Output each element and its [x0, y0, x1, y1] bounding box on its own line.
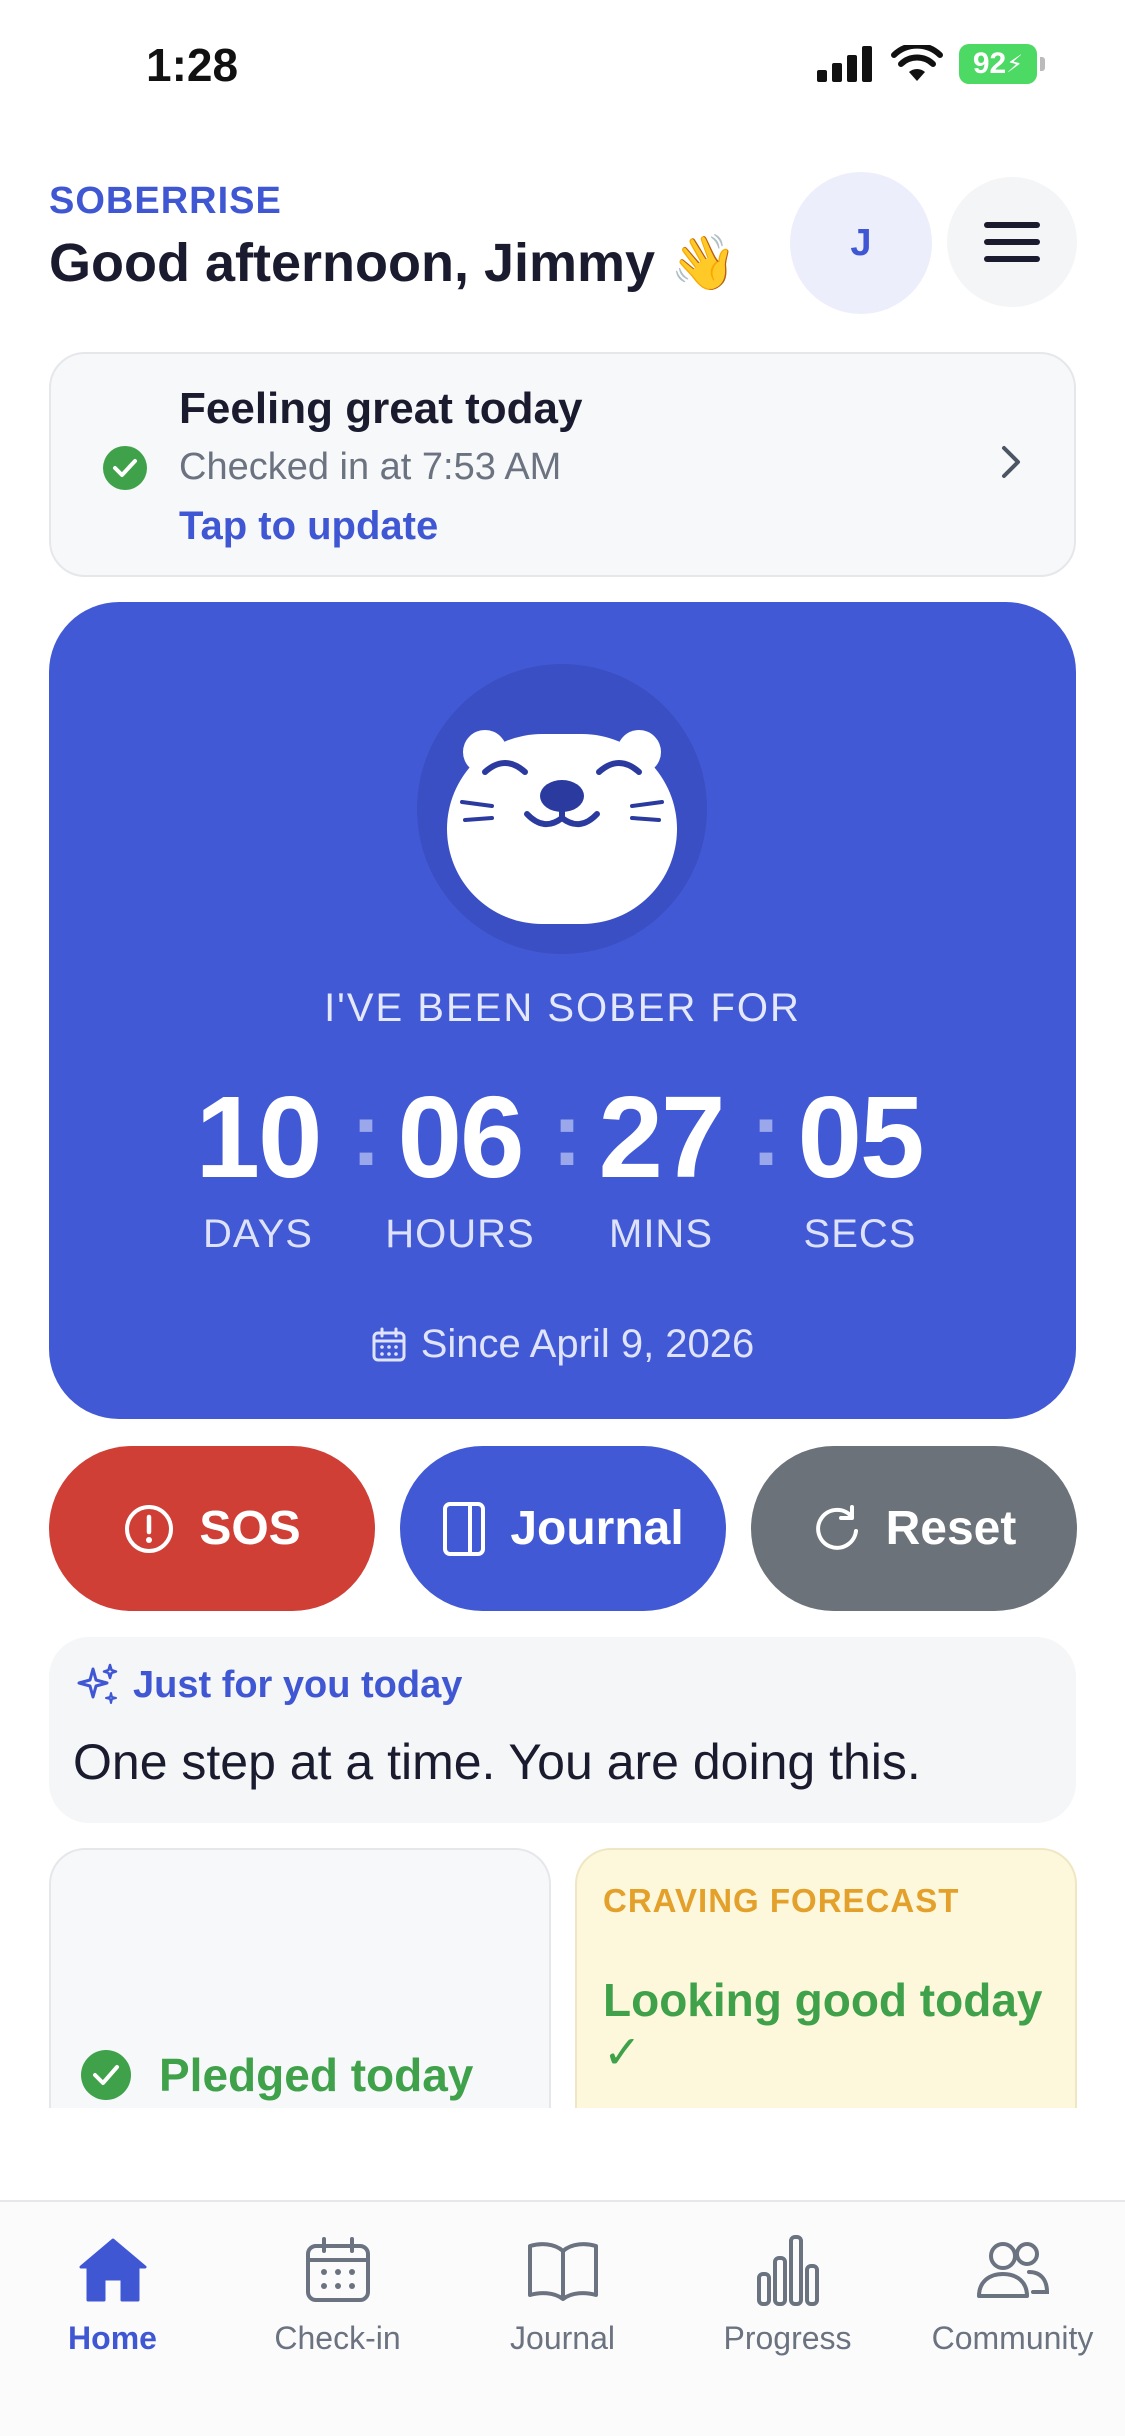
daily-message-heading: Just for you today	[133, 1663, 463, 1706]
journal-label: Journal	[510, 1502, 684, 1555]
mins-value: 27	[598, 1072, 725, 1202]
tab-label: Journal	[510, 2320, 615, 2356]
tab-community[interactable]: Community	[900, 2228, 1125, 2357]
pledge-status: Pledged today	[81, 2048, 473, 2102]
pledge-text: Pledged today	[159, 2049, 474, 2101]
tab-label: Community	[931, 2320, 1094, 2356]
days-value: 10	[195, 1072, 322, 1202]
pledge-card[interactable]: Pledged today	[49, 1848, 551, 2108]
bar-chart-icon	[756, 2235, 819, 2306]
since-date: Since April 9, 2026	[420, 1322, 755, 1366]
home-icon	[79, 2238, 146, 2302]
sos-label: SOS	[199, 1502, 301, 1555]
cellular-signal-icon	[817, 46, 872, 82]
menu-button[interactable]	[947, 177, 1077, 307]
status-time: 1:28	[146, 39, 239, 91]
hours-value: 06	[397, 1072, 524, 1202]
forecast-text: Looking good today ✓	[603, 1974, 1043, 2078]
reset-button[interactable]: Reset	[751, 1446, 1077, 1611]
checkin-update-link[interactable]: Tap to update	[179, 504, 438, 549]
checkin-time: Checked in at 7:53 AM	[179, 446, 562, 488]
tab-progress[interactable]: Progress	[675, 2228, 900, 2357]
chevron-right-icon	[1002, 446, 1020, 478]
alert-circle-icon	[125, 1504, 174, 1553]
checkin-status-card[interactable]: Feeling great today Checked in at 7:53 A…	[49, 352, 1076, 577]
hours-label: HOURS	[385, 1212, 535, 1256]
book-icon	[527, 2242, 598, 2301]
greeting: Good afternoon, Jimmy 👋	[49, 233, 738, 293]
secs-value: 05	[797, 1072, 924, 1202]
tab-journal[interactable]: Journal	[450, 2228, 675, 2357]
craving-forecast-card[interactable]: CRAVING FORECAST Looking good today ✓	[575, 1848, 1077, 2108]
charging-bolt-icon: ⚡	[1006, 50, 1024, 78]
daily-message-text: One step at a time. You are doing this.	[73, 1734, 921, 1790]
secs-label: SECS	[803, 1212, 917, 1256]
sparkles-icon	[77, 1663, 118, 1704]
wifi-icon	[891, 45, 943, 81]
refresh-icon	[815, 1504, 858, 1550]
checkin-title: Feeling great today	[179, 384, 583, 433]
tab-label: Home	[68, 2320, 157, 2356]
calendar-icon	[372, 1327, 406, 1361]
sober-for-label: I'VE BEEN SOBER FOR	[324, 986, 801, 1030]
journal-book-icon	[443, 1501, 486, 1556]
sos-button[interactable]: SOS	[49, 1446, 375, 1611]
calendar-icon	[305, 2237, 370, 2302]
sober-counter-card: I'VE BEEN SOBER FOR 10 : 06 : 27 : 05 DA…	[49, 602, 1076, 1419]
avatar[interactable]: J	[790, 172, 932, 314]
battery-indicator: 92 ⚡	[959, 44, 1045, 84]
tab-check-in[interactable]: Check-in	[225, 2228, 450, 2357]
sober-since: Since April 9, 2026	[49, 1322, 1076, 1367]
app-brand: SOBERRISE	[49, 180, 282, 222]
journal-button[interactable]: Journal	[400, 1446, 726, 1611]
otter-mascot-icon	[417, 664, 707, 954]
tab-label: Check-in	[274, 2320, 401, 2356]
forecast-label: CRAVING FORECAST	[603, 1882, 960, 1919]
people-icon	[976, 2242, 1049, 2298]
avatar-initial: J	[850, 221, 872, 264]
battery-level: 92	[972, 47, 1007, 80]
mins-label: MINS	[609, 1212, 713, 1256]
status-bar: 1:28 92 ⚡	[0, 0, 1125, 140]
daily-message-header: Just for you today	[73, 1661, 462, 1709]
hamburger-menu-icon	[984, 222, 1040, 262]
daily-message-card: Just for you today One step at a time. Y…	[49, 1637, 1076, 1823]
reset-label: Reset	[885, 1502, 1017, 1555]
days-label: DAYS	[203, 1212, 313, 1256]
status-icons: 92 ⚡	[817, 44, 1045, 84]
check-circle-icon	[81, 2050, 131, 2100]
bottom-tab-bar: Home Check-in Journal Progress Community	[0, 2200, 1125, 2436]
check-circle-icon	[103, 446, 147, 490]
tab-home[interactable]: Home	[0, 2228, 225, 2357]
tab-label: Progress	[723, 2320, 852, 2356]
